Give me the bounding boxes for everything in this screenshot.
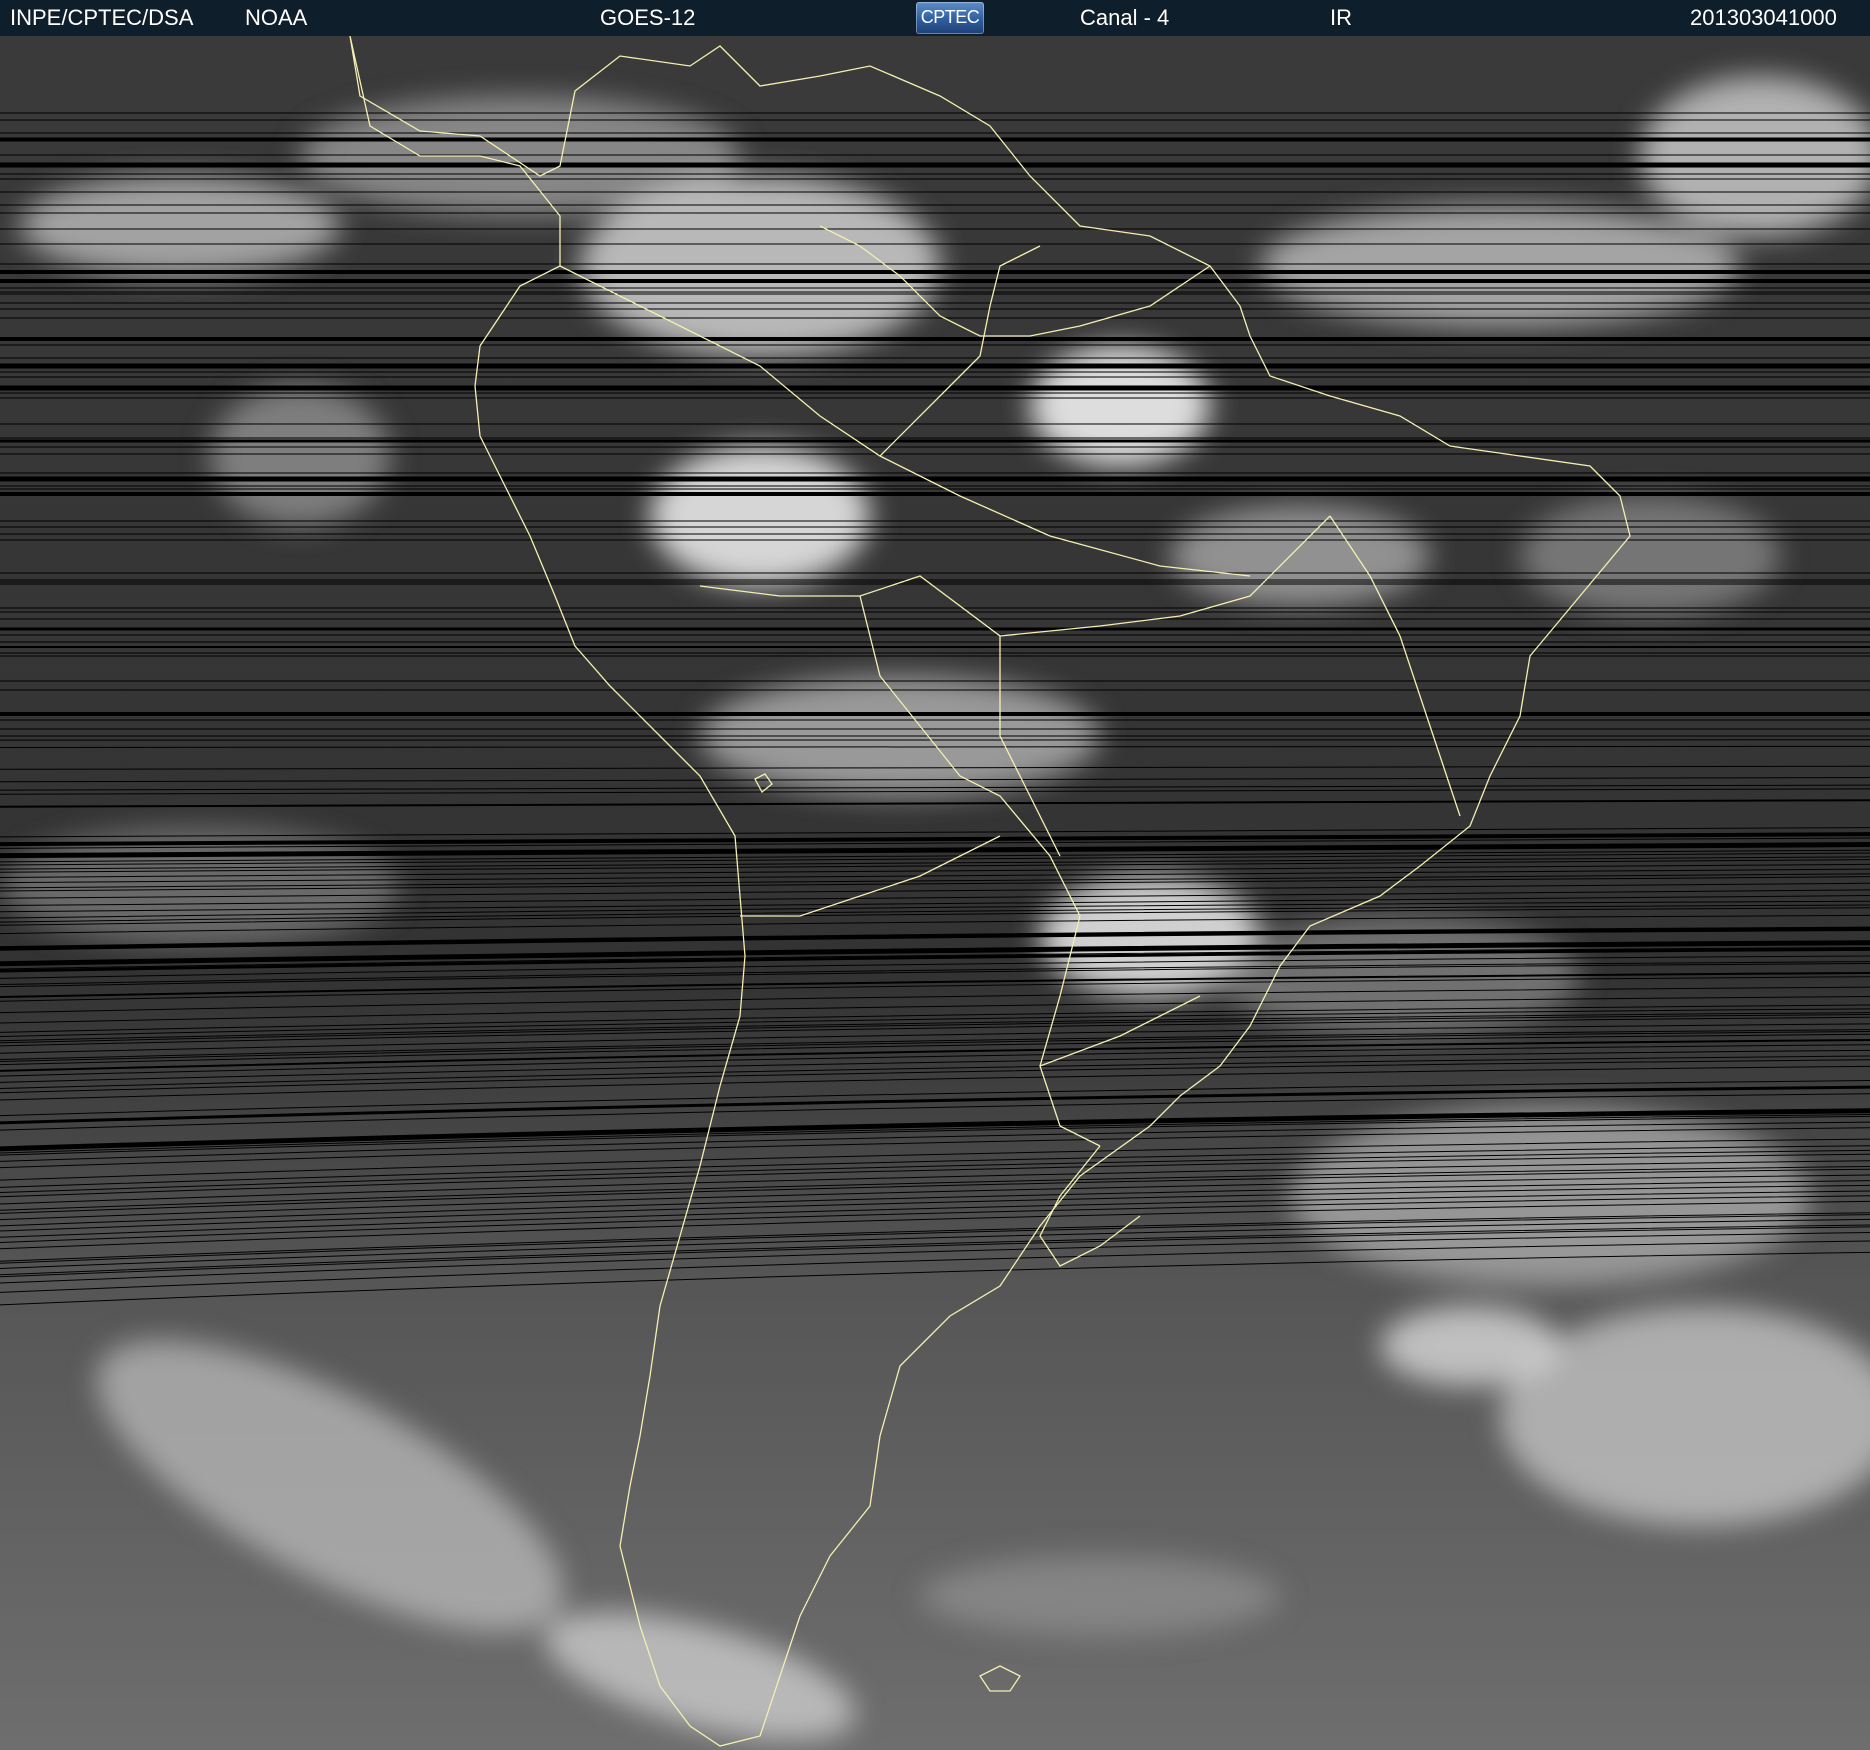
channel-label: Canal - 4 [1080,5,1170,30]
satellite-label: GOES-12 [600,5,696,30]
logo-text: CPTEC [920,7,980,27]
satellite-ir-imagery [0,36,1870,1750]
agency-label: NOAA [245,5,308,30]
satellite-image [0,36,1870,1750]
source-label: INPE/CPTEC/DSA [10,5,194,30]
band-label: IR [1330,5,1352,30]
cptec-logo-icon: CPTEC [916,2,984,34]
image-header-bar: INPE/CPTEC/DSA NOAA GOES-12 CPTEC Canal … [0,0,1870,36]
timestamp-label: 201303041000 [1690,5,1837,30]
